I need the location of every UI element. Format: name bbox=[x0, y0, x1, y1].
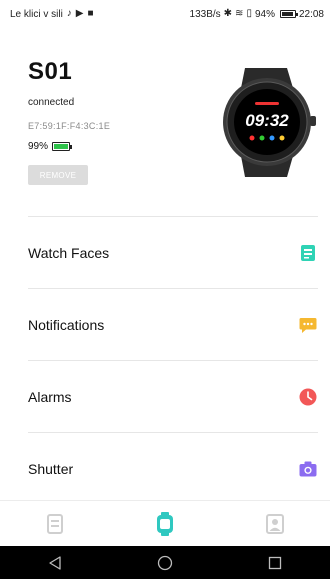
menu-item-watch-faces[interactable]: Watch Faces bbox=[28, 216, 318, 288]
back-triangle-icon bbox=[49, 555, 61, 570]
device-name: S01 bbox=[28, 58, 73, 85]
device-battery-percent: 99% bbox=[28, 141, 49, 152]
recents-square-icon bbox=[268, 556, 282, 569]
home-button[interactable] bbox=[145, 550, 185, 576]
menu-item-label: Alarms bbox=[28, 388, 72, 405]
bluetooth-icon: ✱ bbox=[223, 8, 233, 19]
status-bar: Le klici v sili ♪ ▶ ■ 133B/s ✱ ≋ ▯ 94% 2… bbox=[0, 0, 330, 28]
menu-item-label: Watch Faces bbox=[28, 244, 110, 261]
device-mac: E7:59:1F:F4:3C:1E bbox=[28, 121, 111, 131]
message-icon bbox=[298, 315, 318, 335]
menu-item-alarms[interactable]: Alarms bbox=[28, 360, 318, 432]
connection-status: connected bbox=[28, 97, 75, 108]
clock-icon bbox=[298, 387, 318, 407]
menu-item-label: Notifications bbox=[28, 316, 105, 333]
watch-face-icon bbox=[298, 243, 318, 263]
battery-icon bbox=[279, 10, 298, 18]
menu-item-shutter[interactable]: Shutter bbox=[28, 432, 318, 504]
bottom-navigation bbox=[0, 500, 330, 547]
device-battery-icon bbox=[52, 142, 73, 151]
tab-profile[interactable] bbox=[255, 509, 295, 539]
camera-icon bbox=[298, 459, 318, 479]
sim-icon: ▯ bbox=[246, 8, 252, 19]
network-speed: 133B/s bbox=[189, 8, 221, 20]
dashboard-icon bbox=[47, 514, 63, 534]
watch-time: 09:32 bbox=[245, 111, 289, 130]
feature-menu: Watch Faces Notifications Alarms Shutter bbox=[28, 216, 318, 504]
tab-device[interactable] bbox=[145, 509, 185, 539]
device-battery: 99% bbox=[28, 141, 73, 152]
youtube-icon: ■ bbox=[87, 8, 94, 19]
profile-icon bbox=[266, 514, 284, 534]
remove-button[interactable]: REMOVE bbox=[28, 165, 88, 185]
system-navigation bbox=[0, 546, 330, 579]
back-button[interactable] bbox=[35, 550, 75, 576]
menu-item-notifications[interactable]: Notifications bbox=[28, 288, 318, 360]
recents-button[interactable] bbox=[255, 550, 295, 576]
clock: 22:08 bbox=[298, 8, 324, 20]
tiktok-icon: ♪ bbox=[66, 8, 72, 19]
wifi-icon: ≋ bbox=[235, 8, 244, 19]
tab-dashboard[interactable] bbox=[35, 509, 75, 539]
battery-percent: 94% bbox=[254, 8, 275, 20]
menu-item-label: Shutter bbox=[28, 460, 74, 477]
play-icon: ▶ bbox=[75, 8, 84, 19]
carrier-name: Le klici v sili bbox=[10, 8, 63, 20]
watch-icon bbox=[157, 512, 173, 536]
smartwatch-image: 09:32 bbox=[223, 68, 316, 177]
home-circle-icon bbox=[157, 555, 173, 570]
